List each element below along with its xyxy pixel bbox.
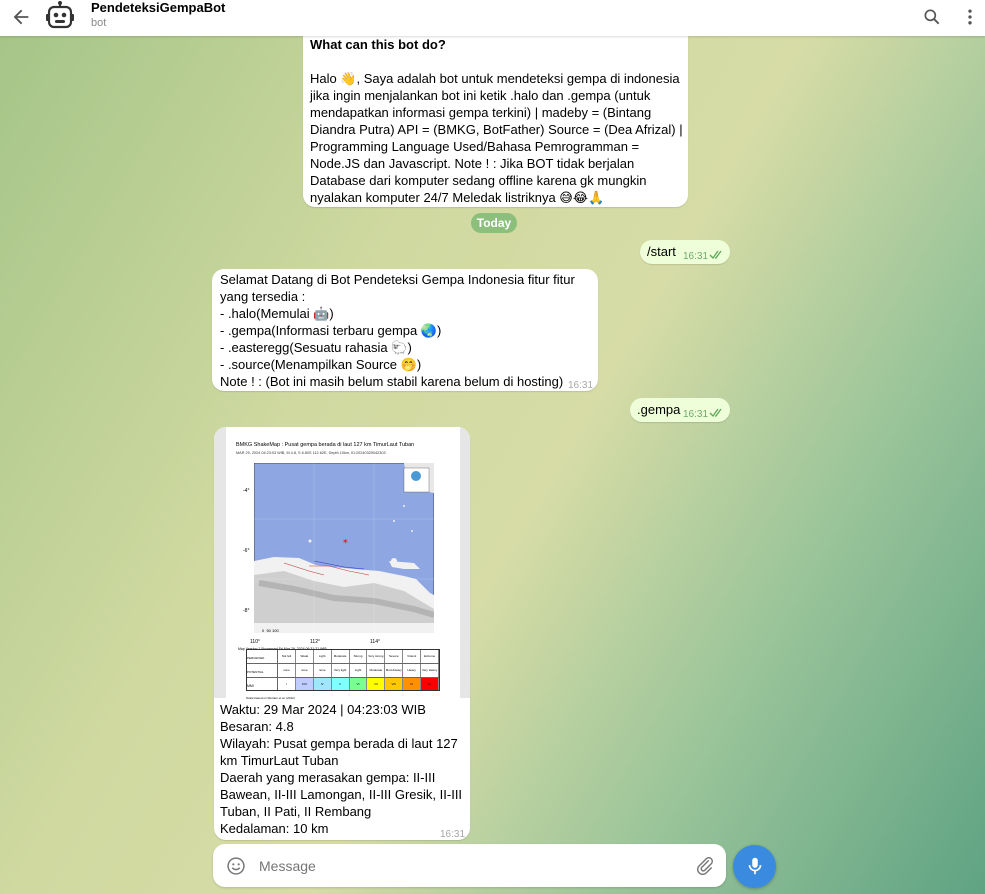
quake-info-line: Bawean, II-III Lamongan, II-III Gresik, … bbox=[220, 787, 463, 802]
description-line: Programming Language Used/Bahasa Pemrogr… bbox=[310, 139, 640, 154]
intensity-table: PERCEIVED SHAKING Not feltWeakLightModer… bbox=[246, 649, 440, 691]
double-check-icon bbox=[709, 408, 722, 417]
shaking-cell: Very strong bbox=[367, 650, 386, 663]
chat-header: PendeteksiGempaBot bot bbox=[0, 0, 985, 36]
message-time: 16:31 bbox=[683, 409, 709, 420]
intensity-cell: VII bbox=[367, 678, 386, 690]
intensity-cell: IX bbox=[403, 678, 422, 690]
shaking-cell: Not felt bbox=[278, 650, 296, 663]
description-line: nyalakan komputer 24/7 Meledak listrikny… bbox=[310, 190, 605, 205]
intensity-cell: IV bbox=[313, 678, 332, 690]
date-separator: Today bbox=[471, 213, 517, 233]
chat-title[interactable]: PendeteksiGempaBot bbox=[91, 0, 225, 15]
shaking-cell: Violent bbox=[403, 650, 422, 663]
arrow-left-icon[interactable] bbox=[10, 6, 32, 28]
bot-description-heading: What can this bot do? bbox=[310, 37, 446, 52]
search-icon[interactable] bbox=[922, 7, 942, 27]
quake-info-line: Daerah yang merasakan gempa: II-III bbox=[220, 770, 436, 785]
quake-info-line: km TimurLaut Tuban bbox=[220, 753, 339, 768]
quake-info-line: Kedalaman: 10 km bbox=[220, 821, 329, 836]
shakemap-subtitle: MAR 29, 2024 04:23:03 WIB, M 4.8, S 6.80… bbox=[236, 451, 386, 455]
quake-info-line: Wilayah: Pusat gempa berada di laut 127 bbox=[220, 736, 458, 751]
intensity-cell: V bbox=[331, 678, 350, 690]
outgoing-message[interactable]: .gempa 16:31 bbox=[630, 398, 730, 422]
description-line: Database dari komputer sedang offline ka… bbox=[310, 173, 647, 188]
intensity-cell: VIII bbox=[385, 678, 404, 690]
earthquake-photo-message[interactable]: BMKG ShakeMap : Pusat gempa berada di la… bbox=[214, 427, 470, 840]
message-input[interactable] bbox=[257, 855, 681, 877]
message-line: - .gempa(Informasi terbaru gempa 🌏) bbox=[220, 323, 442, 338]
message-text: .gempa bbox=[637, 402, 681, 417]
chat-subtitle: bot bbox=[91, 17, 107, 29]
latitude-label: -4° bbox=[243, 488, 250, 494]
shaking-cell: Light bbox=[314, 650, 332, 663]
shaking-cell: Extreme bbox=[421, 650, 440, 663]
intensity-cell: II-III bbox=[295, 678, 314, 690]
microphone-icon bbox=[748, 857, 762, 875]
paperclip-icon[interactable] bbox=[695, 855, 715, 875]
quake-info-line: Tuban, II Pati, II Rembang bbox=[220, 804, 372, 819]
message-line: - .source(Menampilkan Source 🤭) bbox=[220, 357, 422, 372]
message-time: 16:31 bbox=[568, 380, 594, 391]
table-label: MMI bbox=[247, 678, 278, 690]
map-scale: 0 50 100 bbox=[262, 628, 279, 633]
description-line: Diandra Putra) API = (BMKG, BotFather) S… bbox=[310, 122, 683, 137]
double-check-icon bbox=[709, 250, 722, 259]
message-line: - .halo(Memulai 🤖) bbox=[220, 306, 334, 321]
shaking-cell: Moderate bbox=[332, 650, 350, 663]
table-label: PERCEIVED SHAKING bbox=[247, 650, 278, 663]
message-line: yang tersedia : bbox=[220, 289, 306, 304]
damage-cell: Mod./Heavy bbox=[385, 664, 404, 677]
intensity-cell: X+ bbox=[421, 678, 440, 690]
shakemap-map: ✶ bbox=[254, 463, 434, 633]
message-time: 16:31 bbox=[440, 829, 466, 840]
quake-info-line: Besaran: 4.8 bbox=[220, 719, 294, 734]
shakemap-image[interactable]: BMKG ShakeMap : Pusat gempa berada di la… bbox=[214, 427, 470, 700]
description-line: mendapatkan informasi gempa terkini) | m… bbox=[310, 105, 652, 120]
damage-cell: Heavy bbox=[403, 664, 422, 677]
description-line: Node.JS dan Javascript. Note ! : Jika BO… bbox=[310, 156, 635, 171]
smile-icon[interactable] bbox=[226, 856, 246, 876]
shaking-cell: Strong bbox=[350, 650, 368, 663]
description-line: Halo 👋, Saya adalah bot untuk mendeteksi… bbox=[310, 71, 680, 86]
outgoing-message[interactable]: /start 16:31 bbox=[640, 240, 730, 264]
message-composer[interactable] bbox=[213, 844, 726, 887]
message-line: - .easteregg(Sesuatu rahasia 🐑) bbox=[220, 340, 412, 355]
shaking-cell: Severe bbox=[385, 650, 404, 663]
message-time: 16:31 bbox=[683, 251, 709, 262]
damage-cell: none bbox=[296, 664, 314, 677]
bot-description-bubble: What can this bot do? Halo 👋, Saya adala… bbox=[303, 30, 688, 207]
quake-info-line: Waktu: 29 Mar 2024 | 04:23:03 WIB bbox=[220, 702, 426, 717]
message-line: Selamat Datang di Bot Pendeteksi Gempa I… bbox=[220, 272, 575, 287]
intensity-cell: VI bbox=[349, 678, 368, 690]
latitude-label: -6° bbox=[243, 548, 250, 554]
incoming-message[interactable]: Selamat Datang di Bot Pendeteksi Gempa I… bbox=[212, 269, 598, 391]
damage-cell: Moderate bbox=[367, 664, 386, 677]
damage-cell: Very light bbox=[332, 664, 350, 677]
message-line: Note ! : (Bot ini masih belum stabil kar… bbox=[220, 374, 564, 389]
bot-avatar[interactable] bbox=[44, 0, 76, 32]
more-vertical-icon[interactable] bbox=[960, 7, 980, 27]
shaking-cell: Weak bbox=[296, 650, 314, 663]
intensity-cell: I bbox=[278, 678, 296, 690]
description-line: jika ingin menjalankan bot ini ketik .ha… bbox=[310, 88, 651, 103]
damage-cell: Light bbox=[350, 664, 368, 677]
message-text: /start bbox=[647, 244, 676, 259]
svg-text:✶: ✶ bbox=[342, 537, 349, 546]
table-label: POTENTIAL DAMAGE bbox=[247, 664, 278, 677]
record-voice-button[interactable] bbox=[733, 845, 776, 888]
damage-cell: none bbox=[278, 664, 296, 677]
latitude-label: -8° bbox=[243, 608, 250, 614]
damage-cell: Very Heavy bbox=[421, 664, 440, 677]
damage-cell: none bbox=[314, 664, 332, 677]
